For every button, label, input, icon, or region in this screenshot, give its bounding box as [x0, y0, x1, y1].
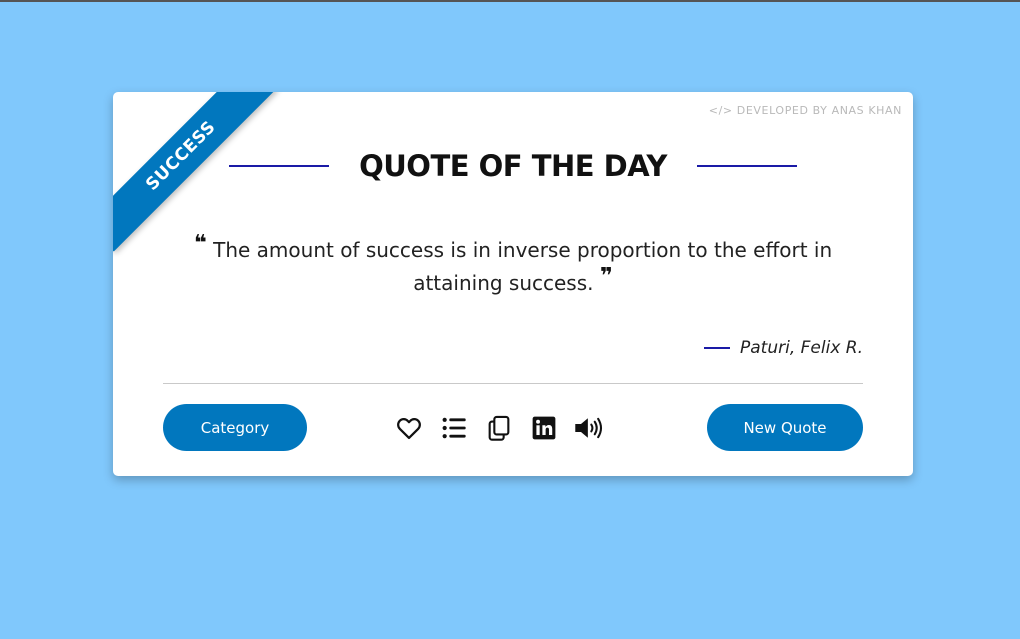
window-top-border [0, 0, 1020, 2]
title-line-left [229, 165, 330, 167]
quote-card: SUCCESS </> DEVELOPED BY ANAS KHAN QUOTE… [113, 92, 913, 476]
copy-icon[interactable] [483, 412, 515, 444]
new-quote-button[interactable]: New Quote [707, 404, 863, 451]
speaker-icon[interactable] [573, 412, 605, 444]
divider [163, 383, 863, 384]
list-icon[interactable] [438, 412, 470, 444]
author-dash [704, 347, 730, 349]
quote-block: ❝ The amount of success is in inverse pr… [168, 231, 858, 300]
linkedin-icon[interactable] [528, 412, 560, 444]
author-row: Paturi, Felix R. [704, 338, 863, 358]
developer-credit: </> DEVELOPED BY ANAS KHAN [708, 104, 902, 117]
heart-icon[interactable] [393, 412, 425, 444]
quote-author: Paturi, Felix R. [740, 338, 863, 358]
title-line-right [696, 165, 797, 167]
page-title: QUOTE OF THE DAY [359, 149, 667, 183]
quote-text: The amount of success is in inverse prop… [213, 238, 833, 295]
close-quote-mark: ❞ [599, 264, 613, 289]
category-button[interactable]: Category [163, 404, 307, 451]
open-quote-mark: ❝ [193, 231, 207, 256]
title-row: QUOTE OF THE DAY [113, 146, 913, 186]
action-icons [393, 410, 605, 446]
